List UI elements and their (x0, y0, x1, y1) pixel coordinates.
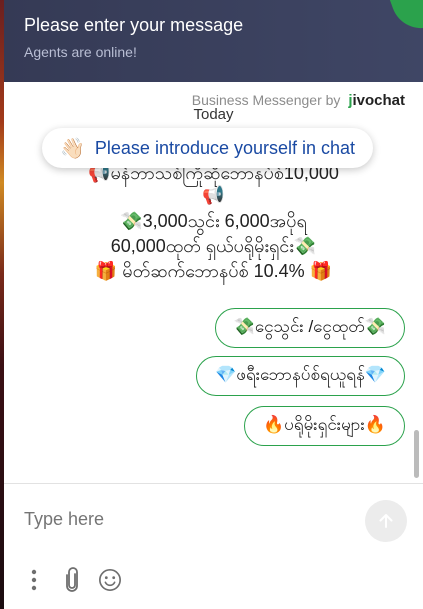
composer-divider (4, 483, 423, 484)
paperclip-icon (66, 567, 78, 592)
message-input[interactable]: Type here (24, 509, 104, 530)
more-vertical-icon (31, 569, 37, 591)
leaf-decoration (388, 0, 423, 37)
chat-scrollbar[interactable] (414, 430, 419, 478)
message-line: 📢 (202, 185, 225, 205)
message-line: 🎁 မိတ်ဆက်ဘောနပ်စ် 10.4% 🎁 (94, 261, 333, 281)
brand-credit[interactable]: Business Messenger by jivochat (192, 92, 405, 109)
header-subtitle: Agents are online! (24, 44, 137, 60)
introduce-prompt-label: Please introduce yourself in chat (94, 137, 356, 158)
chat-widget: Please enter your message Agents are onl… (4, 0, 423, 609)
quick-reply-free-bonus[interactable]: 💎ဖရီးဘောနပ်စ်ရယူရန်💎 (196, 356, 405, 396)
quick-reply-promotions[interactable]: 🔥ပရိုမိုးရှင်းများ🔥 (243, 406, 405, 446)
introduce-prompt[interactable]: 👋🏻 Please introduce yourself in chat (42, 128, 374, 168)
message-line: 60,000ထုတ် ရှယ်ပရိုမိုးရှင်း💸 (110, 236, 317, 256)
jivochat-logo: jivochat (348, 92, 405, 109)
more-options-button[interactable] (22, 566, 46, 594)
composer-toolbar (22, 566, 122, 594)
send-arrow-icon (379, 514, 393, 528)
chat-history[interactable]: Today 📢မန်ဘာသစ်ကြိုဆိုဘောနပ်စ်10,000 📢 💸… (4, 82, 423, 482)
attach-file-button[interactable] (60, 566, 84, 594)
emoji-button[interactable] (98, 566, 122, 594)
chat-header: Please enter your message Agents are onl… (4, 0, 423, 82)
wave-hand-icon: 👋🏻 (60, 137, 85, 160)
message-line: 💸3,000သွင်း 6,000အပိုရ (120, 211, 307, 231)
header-title: Please enter your message (24, 15, 244, 35)
quick-reply-deposit-withdraw[interactable]: 💸ငွေသွင်း /ငွေထုတ်💸 (214, 308, 405, 348)
smiley-icon (99, 569, 121, 591)
send-button[interactable] (365, 500, 407, 542)
brand-prefix: Business Messenger by (191, 92, 341, 108)
